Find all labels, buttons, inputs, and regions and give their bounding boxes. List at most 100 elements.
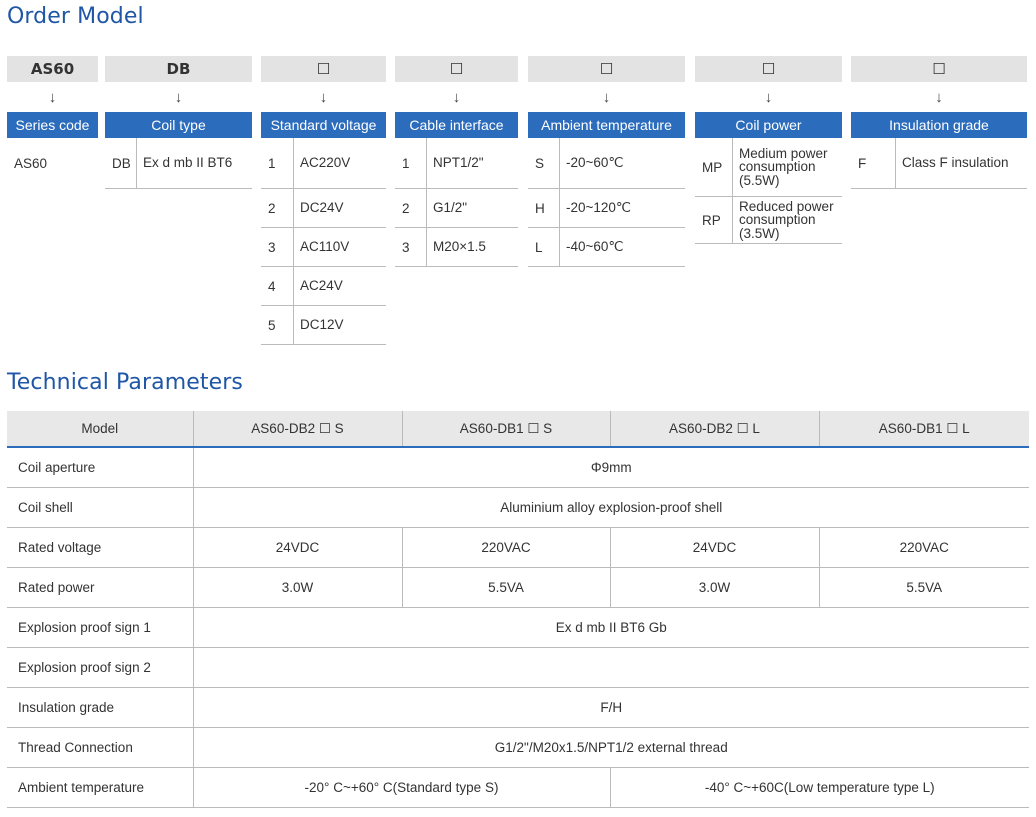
option-description: DC12V	[293, 306, 386, 344]
option-description: AC24V	[293, 267, 386, 305]
order-column-4: ☐ ↓ Cable interface 1 NPT1/2" 2 G1/2" 3 M20×1.5	[395, 56, 518, 267]
order-option-row: 3 AC110V	[261, 228, 386, 267]
order-option-row: L -40~60℃	[528, 228, 685, 267]
down-arrow-icon: ↓	[319, 88, 328, 106]
option-code: H	[535, 200, 545, 216]
order-model-title: Order Model	[7, 4, 144, 29]
option-description: Reduced power consumption (3.5W)	[732, 197, 842, 243]
order-category-label: Coil type	[105, 112, 252, 138]
parameter-value: F/H	[192, 687, 1029, 728]
option-description: AC110V	[293, 228, 386, 266]
parameter-value: Aluminium alloy explosion-proof shell	[192, 487, 1029, 528]
table-row: Explosion proof sign 2	[7, 647, 1029, 688]
option-description: M20×1.5	[426, 228, 518, 266]
parameter-label: Thread Connection	[7, 727, 193, 768]
option-description: DC24V	[293, 189, 386, 227]
down-arrow-icon: ↓	[174, 88, 183, 106]
order-column-7: ☐ ↓ Insulation grade F Class F insulation	[851, 56, 1027, 189]
technical-parameters-table: Model AS60-DB2 ☐ S AS60-DB1 ☐ S AS60-DB2…	[7, 411, 1029, 808]
parameter-value	[192, 647, 1029, 688]
option-code: AS60	[14, 155, 48, 171]
order-column-6: ☐ ↓ Coil power MP Medium power consumption (…	[695, 56, 842, 244]
option-code: RP	[702, 212, 721, 228]
order-category-label: Standard voltage	[261, 112, 386, 138]
order-column-2: DB ↓ Coil type DB Ex d mb II BT6	[105, 56, 252, 189]
parameter-label: Explosion proof sign 2	[7, 647, 193, 688]
order-code-box: ☐	[851, 56, 1027, 82]
option-description: NPT1/2"	[426, 138, 518, 188]
order-option-row: 2 DC24V	[261, 189, 386, 228]
order-category-label: Cable interface	[395, 112, 518, 138]
parameter-value: 5.5VA	[401, 567, 610, 608]
parameter-label: Insulation grade	[7, 687, 193, 728]
option-code: S	[535, 155, 545, 171]
header-model: Model	[7, 411, 193, 448]
table-row: Thread Connection G1/2"/M20x1.5/NPT1/2 ex…	[7, 727, 1029, 768]
order-option-row: DB Ex d mb II BT6	[105, 138, 252, 189]
option-code: 1	[268, 155, 276, 171]
option-code: 2	[402, 200, 410, 216]
option-description: -40~60℃	[559, 228, 685, 266]
parameter-value: G1/2"/M20x1.5/NPT1/2 external thread	[192, 727, 1029, 768]
order-code-box: ☐	[528, 56, 685, 82]
header-as60-db2-s: AS60-DB2 ☐ S	[192, 411, 402, 448]
option-code: 3	[402, 239, 410, 255]
option-description: AC220V	[293, 138, 386, 188]
parameter-value: 5.5VA	[818, 567, 1029, 608]
option-code: 4	[268, 278, 276, 294]
table-header-row: Model AS60-DB2 ☐ S AS60-DB1 ☐ S AS60-DB2…	[7, 411, 1029, 448]
header-as60-db1-l: AS60-DB1 ☐ L	[818, 411, 1029, 448]
down-arrow-icon: ↓	[602, 88, 611, 106]
parameter-value: Φ9mm	[192, 447, 1029, 488]
table-row: Insulation grade F/H	[7, 687, 1029, 728]
parameter-value: 3.0W	[192, 567, 402, 608]
order-code-box: ☐	[261, 56, 386, 82]
header-as60-db1-s: AS60-DB1 ☐ S	[401, 411, 610, 448]
order-category-label: Series code	[7, 112, 98, 138]
down-arrow-icon: ↓	[764, 88, 773, 106]
technical-parameters-title: Technical Parameters	[7, 370, 243, 395]
parameter-label: Rated power	[7, 567, 193, 608]
parameter-value: 3.0W	[609, 567, 819, 608]
parameter-value: -40° C~+60C(Low temperature type L)	[609, 767, 1029, 808]
option-description: -20~60℃	[559, 138, 685, 188]
down-arrow-icon: ↓	[935, 88, 943, 106]
table-row: Coil shell Aluminium alloy explosion-proo…	[7, 487, 1029, 528]
header-as60-db2-l: AS60-DB2 ☐ L	[609, 411, 819, 448]
order-option-row: S -20~60℃	[528, 138, 685, 189]
option-code: MP	[702, 159, 723, 175]
order-option-row: H -20~120℃	[528, 189, 685, 228]
parameter-value: 24VDC	[609, 527, 819, 568]
order-option-row: 2 G1/2"	[395, 189, 518, 228]
parameter-value: 220VAC	[401, 527, 610, 568]
order-option-row: RP Reduced power consumption (3.5W)	[695, 197, 842, 244]
parameter-value: 220VAC	[818, 527, 1029, 568]
order-option-row: F Class F insulation	[851, 138, 1027, 189]
option-description: -20~120℃	[559, 189, 685, 227]
down-arrow-icon: ↓	[48, 88, 57, 106]
table-row: Rated power 3.0W 5.5VA 3.0W 5.5VA	[7, 567, 1029, 608]
option-description: G1/2"	[426, 189, 518, 227]
option-code: 1	[402, 155, 410, 171]
option-code: L	[535, 239, 543, 255]
parameter-value: -20° C~+60° C(Standard type S)	[192, 767, 610, 808]
order-category-label: Ambient temperature	[528, 112, 685, 138]
table-row: Ambient temperature -20° C~+60° C(Standar…	[7, 767, 1029, 808]
option-description: Class F insulation	[895, 138, 1027, 188]
order-option-row: 1 AC220V	[261, 138, 386, 189]
option-code: 3	[268, 239, 276, 255]
order-option-row: MP Medium power consumption (5.5W)	[695, 138, 842, 197]
order-option-row: 3 M20×1.5	[395, 228, 518, 267]
order-code-box: ☐	[695, 56, 842, 82]
parameter-value: 24VDC	[192, 527, 402, 568]
order-code-box: ☐	[395, 56, 518, 82]
table-row: Explosion proof sign 1 Ex d mb II BT6 Gb	[7, 607, 1029, 648]
parameter-label: Coil shell	[7, 487, 193, 528]
order-column-5: ☐ ↓ Ambient temperature S -20~60℃ H -20~120℃ L -…	[528, 56, 685, 267]
option-code: DB	[112, 155, 131, 171]
option-description: Medium power consumption (5.5W)	[732, 138, 842, 196]
parameter-label: Explosion proof sign 1	[7, 607, 193, 648]
table-row: Coil aperture Φ9mm	[7, 447, 1029, 488]
option-code: 2	[268, 200, 276, 216]
order-option-row: 4 AC24V	[261, 267, 386, 306]
